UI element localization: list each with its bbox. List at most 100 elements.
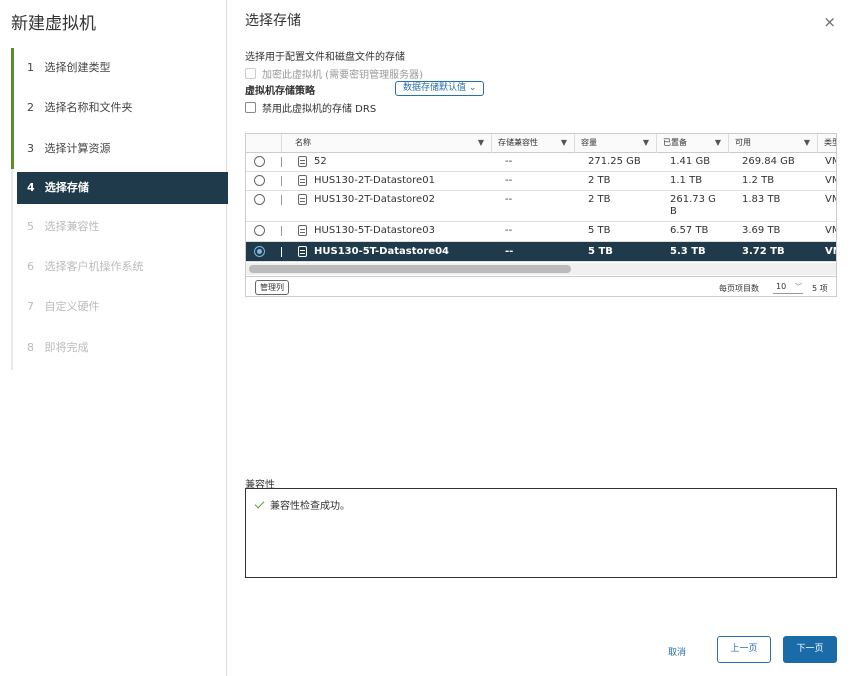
cell-capacity: 5 TB bbox=[588, 246, 613, 257]
table-row[interactable]: HUS130-2T-Datastore02 -- 2 TB 261.73 G B… bbox=[246, 191, 836, 222]
step-number: 1 bbox=[27, 61, 34, 74]
cell-provisioned: 1.1 TB bbox=[670, 175, 703, 186]
filter-icon[interactable]: ▼ bbox=[804, 134, 810, 152]
horizontal-scrollbar[interactable] bbox=[246, 263, 836, 275]
compatibility-message: 兼容性检查成功。 bbox=[254, 497, 350, 512]
step-number: 5 bbox=[27, 219, 34, 233]
cell-capacity: 5 TB bbox=[588, 225, 611, 236]
row-radio-selected[interactable] bbox=[254, 246, 265, 257]
table-row[interactable]: HUS130-2T-Datastore01 -- 2 TB 1.1 TB 1.2… bbox=[246, 172, 836, 191]
filter-icon[interactable]: ▼ bbox=[643, 134, 649, 152]
cell-type: VM bbox=[825, 225, 836, 236]
cell-provisioned: 5.3 TB bbox=[670, 246, 706, 257]
cell-provisioned: 1.41 GB bbox=[670, 156, 711, 167]
items-per-page-select[interactable]: 10 ﹀ bbox=[773, 280, 803, 294]
column-header-compat[interactable]: 存储兼容性 ▼ bbox=[492, 134, 575, 153]
row-radio[interactable] bbox=[254, 194, 265, 205]
step-number: 8 bbox=[27, 340, 34, 354]
cell-name: HUS130-5T-Datastore04 bbox=[314, 246, 449, 257]
row-separator bbox=[281, 226, 282, 236]
datastore-grid: 名称 ▼ 存储兼容性 ▼ 容量 ▼ 已置备 ▼ 可用 ▼ 类型 52 -- 271.25 … bbox=[245, 133, 837, 297]
step-label: 选择客户机操作系统 bbox=[44, 260, 144, 274]
grid-footer: 管理列 每页项目数 10 ﹀ 5 项 bbox=[246, 276, 836, 296]
step-select-storage[interactable]: 4 选择存储 bbox=[17, 171, 228, 204]
table-row[interactable]: HUS130-5T-Datastore03 -- 5 TB 6.57 TB 3.… bbox=[246, 222, 836, 242]
wizard-sidebar: 新建虚拟机 1 选择创建类型 2 选择名称和文件夹 3 选择计算资源 4 选择存… bbox=[0, 0, 228, 676]
step-select-compatibility: 5 选择兼容性 bbox=[13, 207, 227, 247]
cell-free: 3.72 TB bbox=[742, 246, 785, 257]
cell-name: 52 bbox=[314, 156, 327, 167]
step-label: 自定义硬件 bbox=[44, 300, 100, 314]
disable-drs-row: 禁用此虚拟机的存储 DRS bbox=[245, 100, 376, 115]
step-label: 选择名称和文件夹 bbox=[44, 101, 133, 115]
encrypt-vm-checkbox[interactable] bbox=[245, 68, 256, 79]
column-header-provisioned[interactable]: 已置备 ▼ bbox=[657, 134, 729, 153]
column-label: 已置备 bbox=[663, 138, 687, 147]
cell-name: HUS130-2T-Datastore02 bbox=[314, 194, 435, 205]
cell-free: 269.84 GB bbox=[742, 156, 795, 167]
step-number: 3 bbox=[27, 141, 34, 155]
column-label: 类型 bbox=[824, 138, 836, 147]
datastore-icon bbox=[298, 225, 307, 236]
cell-type: VM bbox=[825, 246, 836, 257]
cell-compat: -- bbox=[505, 246, 514, 257]
step-customize-hardware: 7 自定义硬件 bbox=[13, 287, 227, 327]
cell-compat: -- bbox=[505, 194, 513, 205]
cell-provisioned-wrap: B bbox=[670, 206, 677, 217]
column-header-name[interactable]: 名称 ▼ bbox=[282, 134, 492, 153]
column-header-type[interactable]: 类型 bbox=[818, 134, 836, 153]
row-radio[interactable] bbox=[254, 175, 265, 186]
datastore-icon bbox=[298, 175, 307, 186]
row-radio[interactable] bbox=[254, 225, 265, 236]
step-label: 选择兼容性 bbox=[44, 219, 100, 233]
cell-capacity: 271.25 GB bbox=[588, 156, 641, 167]
next-button[interactable]: 下一页 bbox=[783, 636, 837, 663]
main-panel: 选择存储 × 选择用于配置文件和磁盘文件的存储 加密此虚拟机 (需要密钥管理服务… bbox=[228, 0, 854, 676]
cell-free: 3.69 TB bbox=[742, 225, 781, 236]
total-items: 5 项 bbox=[812, 284, 828, 293]
grid-header-select bbox=[246, 134, 282, 153]
back-button[interactable]: 上一页 bbox=[717, 636, 771, 663]
datastore-icon bbox=[298, 156, 307, 167]
column-label: 容量 bbox=[581, 138, 597, 147]
step-select-compute-resource[interactable]: 3 选择计算资源 bbox=[11, 128, 227, 169]
disable-drs-label: 禁用此虚拟机的存储 DRS bbox=[262, 104, 377, 115]
column-label: 可用 bbox=[735, 138, 751, 147]
vm-storage-policy-dropdown[interactable]: 数据存储默认值 ⌄ bbox=[395, 81, 485, 96]
step-number: 7 bbox=[27, 300, 34, 314]
table-row-selected[interactable]: HUS130-5T-Datastore04 -- 5 TB 5.3 TB 3.7… bbox=[246, 242, 836, 262]
compatibility-box: 兼容性检查成功。 bbox=[245, 488, 837, 578]
disable-drs-checkbox[interactable] bbox=[245, 102, 256, 113]
filter-icon[interactable]: ▼ bbox=[478, 134, 484, 152]
step-select-guest-os: 6 选择客户机操作系统 bbox=[13, 247, 227, 287]
items-per-page-label: 每页项目数 bbox=[719, 284, 759, 293]
column-header-free[interactable]: 可用 ▼ bbox=[729, 134, 818, 153]
wizard-title: 新建虚拟机 bbox=[11, 14, 96, 34]
cell-free: 1.83 TB bbox=[742, 194, 781, 205]
chevron-down-icon: ﹀ bbox=[795, 283, 802, 291]
filter-icon[interactable]: ▼ bbox=[561, 134, 567, 152]
vm-storage-policy-label: 虚拟机存储策略 bbox=[245, 86, 315, 97]
row-radio[interactable] bbox=[254, 156, 265, 167]
cell-type: VM bbox=[825, 194, 836, 205]
scrollbar-thumb[interactable] bbox=[249, 265, 571, 273]
column-header-capacity[interactable]: 容量 ▼ bbox=[575, 134, 657, 153]
grid-header: 名称 ▼ 存储兼容性 ▼ 容量 ▼ 已置备 ▼ 可用 ▼ 类型 bbox=[246, 134, 836, 153]
cancel-button[interactable]: 取消 bbox=[668, 645, 686, 658]
cell-type: VM bbox=[825, 156, 836, 167]
close-icon[interactable]: × bbox=[823, 13, 836, 31]
step-number: 6 bbox=[27, 260, 34, 274]
filter-icon[interactable]: ▼ bbox=[715, 134, 721, 152]
step-select-name-folder[interactable]: 2 选择名称和文件夹 bbox=[11, 88, 227, 129]
encrypt-vm-row: 加密此虚拟机 (需要密钥管理服务器) bbox=[245, 66, 423, 81]
table-row[interactable]: 52 -- 271.25 GB 1.41 GB 269.84 GB VM bbox=[246, 153, 836, 172]
manage-columns-button[interactable]: 管理列 bbox=[255, 280, 289, 295]
datastore-icon bbox=[298, 246, 307, 257]
step-select-creation-type[interactable]: 1 选择创建类型 bbox=[11, 48, 227, 89]
check-icon bbox=[254, 498, 265, 508]
row-separator bbox=[281, 157, 282, 167]
wizard-steps: 1 选择创建类型 2 选择名称和文件夹 3 选择计算资源 4 选择存储 5 选择… bbox=[11, 48, 228, 370]
cell-capacity: 2 TB bbox=[588, 175, 611, 186]
step-label: 选择计算资源 bbox=[44, 141, 111, 155]
step-number: 2 bbox=[27, 101, 34, 115]
